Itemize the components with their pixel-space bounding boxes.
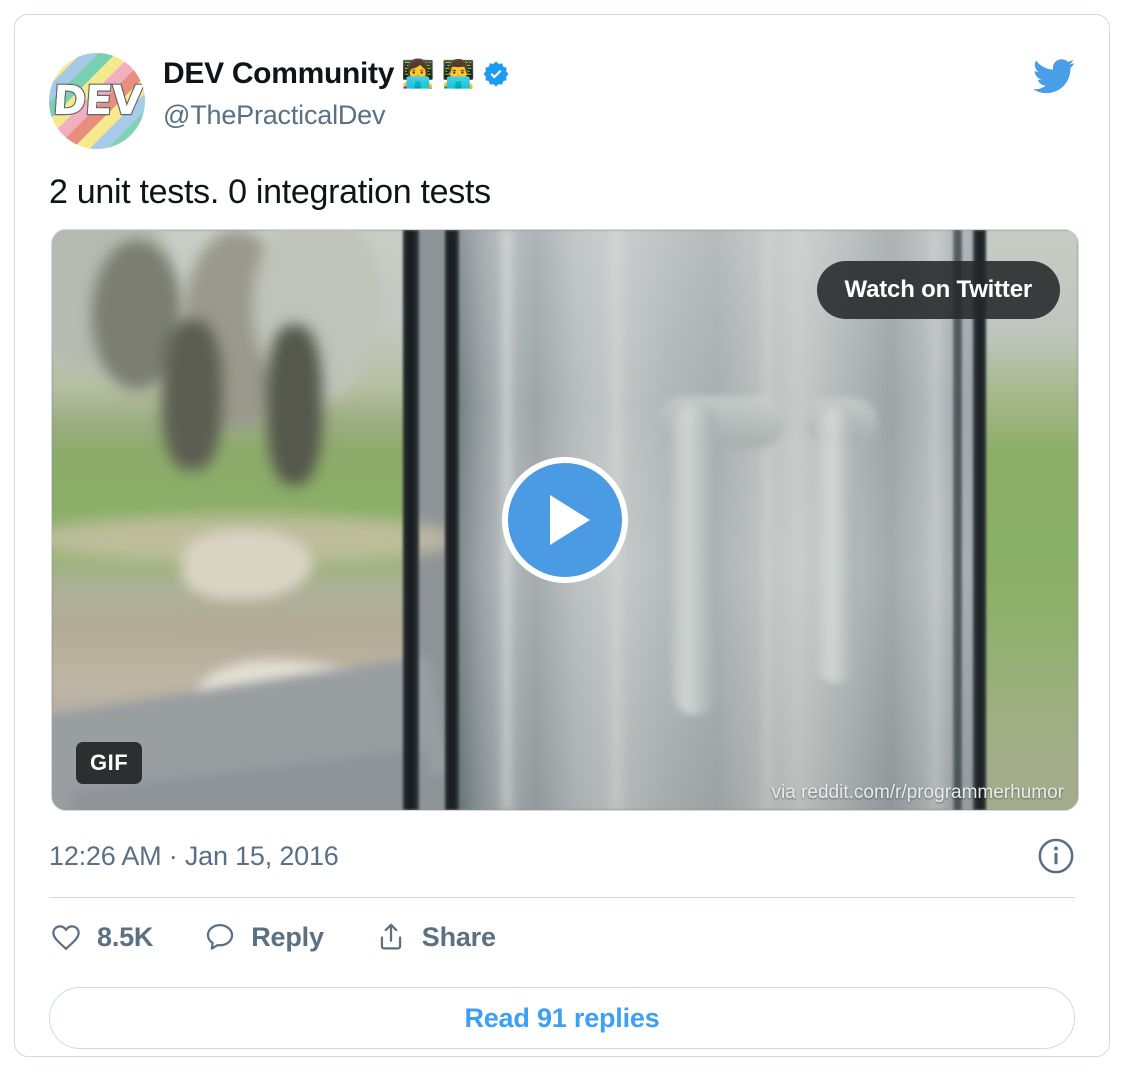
- author-display-name[interactable]: DEV Community: [163, 59, 394, 89]
- heart-icon: [49, 920, 83, 954]
- verified-badge-icon: [482, 60, 510, 88]
- read-replies-button[interactable]: Read 91 replies: [49, 987, 1075, 1049]
- timestamp-row: 12:26 AM · Jan 15, 2016: [49, 833, 1075, 879]
- share-label: Share: [421, 921, 496, 952]
- man-technologist-emoji: 👨‍💻: [441, 58, 476, 89]
- avatar[interactable]: DEV: [49, 53, 145, 149]
- like-button[interactable]: 8.5K: [49, 920, 153, 954]
- info-circle-icon[interactable]: [1037, 837, 1075, 875]
- avatar-label: DEV: [50, 77, 144, 126]
- action-bar: 8.5K Reply Share: [49, 920, 546, 954]
- tweet-text: 2 unit tests. 0 integration tests: [49, 173, 491, 211]
- play-icon[interactable]: [502, 457, 628, 583]
- tweet-media[interactable]: Watch on Twitter GIF via reddit.com/r/pr…: [51, 229, 1079, 811]
- divider: [49, 897, 1075, 898]
- like-count: 8.5K: [97, 921, 154, 952]
- author-handle[interactable]: @ThePracticalDev: [163, 99, 510, 131]
- twitter-bird-icon[interactable]: [1029, 55, 1079, 97]
- display-name-row: DEV Community 👩‍💻 👨‍💻: [163, 55, 510, 93]
- tweet-header: DEV DEV Community 👩‍💻 👨‍💻 @ThePracticalD…: [49, 39, 1079, 149]
- woman-technologist-emoji: 👩‍💻: [401, 58, 435, 89]
- share-icon: [374, 920, 408, 954]
- media-attribution: via reddit.com/r/programmerhumor: [771, 782, 1064, 803]
- author-name-block: DEV Community 👩‍💻 👨‍💻 @ThePracticalDev: [163, 55, 510, 131]
- reply-label: Reply: [251, 921, 324, 952]
- share-button[interactable]: Share: [374, 920, 496, 954]
- gif-badge: GIF: [76, 742, 143, 784]
- tweet-card: DEV DEV Community 👩‍💻 👨‍💻 @ThePracticalD…: [14, 14, 1110, 1057]
- reply-button[interactable]: Reply: [203, 920, 324, 954]
- watch-on-twitter-button[interactable]: Watch on Twitter: [816, 261, 1060, 319]
- tweet-timestamp[interactable]: 12:26 AM · Jan 15, 2016: [49, 841, 339, 872]
- comment-icon: [203, 920, 237, 954]
- play-triangle: [550, 495, 590, 545]
